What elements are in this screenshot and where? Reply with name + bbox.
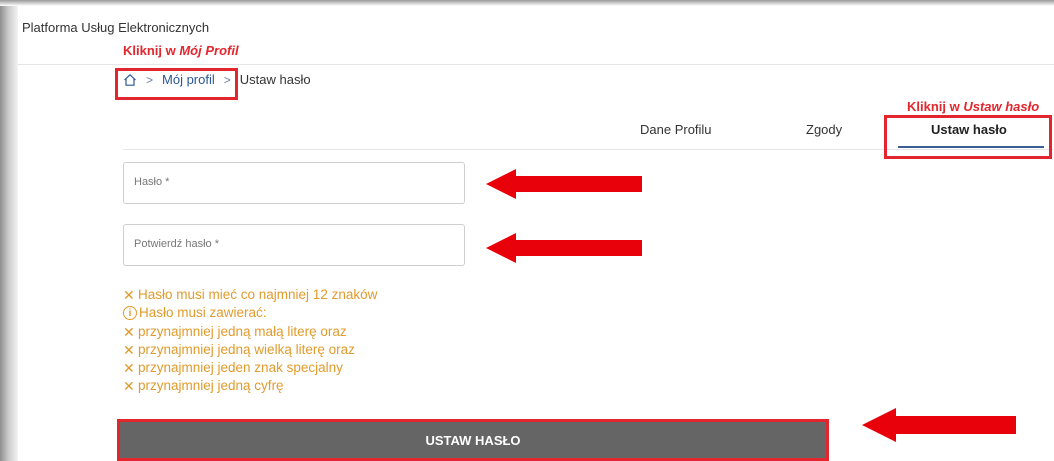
rule-item: ✕ przynajmniej jedną wielką literę oraz xyxy=(123,341,377,359)
annotation-tab-target: Ustaw hasło xyxy=(963,99,1040,114)
rule-item: ✕ przynajmniej jeden znak specjalny xyxy=(123,359,377,377)
x-icon: ✕ xyxy=(123,360,135,377)
arrow-left-icon xyxy=(486,169,642,199)
rule-item: ✕ przynajmniej jedną małą literę oraz xyxy=(123,323,377,341)
rule-text: przynajmniej jedną wielką literę oraz xyxy=(138,341,355,357)
tab-profile-data[interactable]: Dane Profilu xyxy=(640,122,712,137)
annotation-box-tab xyxy=(884,115,1052,159)
breadcrumb-set-password: Ustaw hasło xyxy=(239,72,311,87)
app-title: Platforma Usług Elektronicznych xyxy=(22,20,210,35)
info-icon: i xyxy=(123,306,137,321)
rule-text: przynajmniej jedną cyfrę xyxy=(138,378,284,394)
window-top-shadow xyxy=(0,0,1054,6)
rule-text: przynajmniej jedną małą literę oraz xyxy=(138,323,347,339)
x-icon: ✕ xyxy=(123,287,135,303)
rule-item: ✕ Hasło musi mieć co najmniej 12 znaków xyxy=(123,286,377,304)
confirm-password-input[interactable]: Potwierdź hasło * xyxy=(123,224,465,266)
password-placeholder: Hasło * xyxy=(134,176,170,188)
rule-text: przynajmniej jeden znak specjalny xyxy=(138,360,343,376)
header-divider xyxy=(18,64,1054,65)
tab-consents[interactable]: Zgody xyxy=(806,122,842,137)
annotation-tab: Kliknij w Ustaw hasło xyxy=(907,99,1039,114)
password-input[interactable]: Hasło * xyxy=(123,162,465,204)
arrow-left-icon xyxy=(486,233,642,263)
window-left-shadow xyxy=(0,0,18,461)
rule-text: Hasło musi mieć co najmniej 12 znaków xyxy=(138,287,378,302)
annotation-box-button xyxy=(117,419,829,461)
annotation-breadcrumb: Kliknij w Mój Profil xyxy=(123,43,239,58)
annotation-breadcrumb-target: Mój Profil xyxy=(179,43,239,58)
rule-item: i Hasło musi zawierać: xyxy=(123,304,377,322)
rule-text: Hasło musi zawierać: xyxy=(139,305,267,321)
x-icon: ✕ xyxy=(123,323,135,340)
annotation-breadcrumb-prefix: Kliknij w xyxy=(123,43,180,58)
x-icon: ✕ xyxy=(123,378,135,395)
annotation-tab-prefix: Kliknij w xyxy=(907,99,964,114)
rule-item: ✕ przynajmniej jedną cyfrę xyxy=(123,377,377,395)
password-rules: ✕ Hasło musi mieć co najmniej 12 znaków i… xyxy=(123,286,377,396)
x-icon: ✕ xyxy=(123,341,135,358)
annotation-box-breadcrumb xyxy=(115,68,238,100)
confirm-password-placeholder: Potwierdź hasło * xyxy=(134,238,219,250)
arrow-left-icon xyxy=(862,408,1016,442)
